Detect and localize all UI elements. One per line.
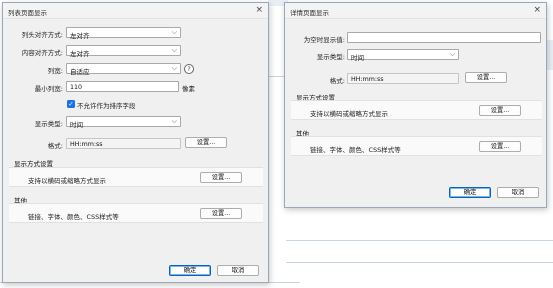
sortable-label: 不允许作为排序字段 — [77, 102, 136, 110]
format-value: HH:mm:ss — [70, 140, 103, 148]
display-type-label: 显示类型: — [316, 53, 345, 61]
min-width-label: 最小列宽: — [34, 85, 63, 93]
ok-button[interactable]: 确定 — [169, 265, 211, 276]
chevron-down-icon: ⌵ — [449, 50, 455, 58]
display-mode-desc: 支持以横码或缩略方式显示 — [310, 110, 388, 118]
format-label: 格式: — [329, 77, 345, 85]
display-type-value: 时间 — [351, 53, 364, 62]
empty-value-label: 为空时显示值: — [303, 36, 345, 44]
other-settings-button[interactable]: 设置... — [200, 208, 242, 219]
header-align-label: 列头对齐方式: — [21, 31, 63, 39]
other-section: 链接、字体、颜色、CSS样式等 设置... — [9, 203, 263, 223]
display-mode-section: 支持以横码或缩略方式显示 设置... — [9, 167, 263, 187]
format-label: 格式: — [47, 142, 63, 150]
other-settings-button[interactable]: 设置... — [479, 141, 521, 152]
dialog-title: 详情页面显示 — [290, 9, 329, 17]
detail-display-dialog: 详情页面显示 × 为空时显示值: 显示类型: 时间 ⌵ 格式: HH:mm:ss… — [284, 2, 547, 208]
display-mode-section: 支持以横码或缩略方式显示 设置... — [291, 100, 542, 120]
chevron-down-icon: ⌵ — [171, 28, 177, 36]
display-mode-desc: 支持以横码或缩略方式显示 — [28, 177, 106, 185]
other-section: 链接、字体、颜色、CSS样式等 设置... — [291, 136, 542, 156]
format-value: HH:mm:ss — [351, 75, 384, 83]
min-width-value: 110 — [70, 83, 83, 91]
display-type-select[interactable]: 时间 ⌵ — [347, 49, 459, 62]
close-icon[interactable]: × — [533, 5, 541, 16]
other-desc: 链接、字体、颜色、CSS样式等 — [310, 146, 401, 154]
help-icon[interactable]: ? — [184, 64, 194, 74]
display-type-value: 时间 — [70, 120, 83, 129]
cancel-button[interactable]: 取消 — [497, 187, 539, 198]
column-width-select[interactable]: 自适应 ⌵ — [66, 63, 181, 76]
close-icon[interactable]: × — [255, 5, 263, 16]
format-input[interactable]: HH:mm:ss — [66, 138, 181, 149]
format-settings-button[interactable]: 设置... — [185, 137, 227, 148]
display-type-select[interactable]: 时间 ⌵ — [66, 116, 181, 129]
background-line — [286, 262, 553, 263]
column-width-label: 列宽: — [47, 67, 63, 75]
background-strip-right — [546, 40, 553, 70]
other-desc: 链接、字体、颜色、CSS样式等 — [28, 213, 119, 221]
sortable-checkbox[interactable]: ✓ — [67, 100, 75, 108]
empty-value-input[interactable] — [347, 32, 541, 43]
chevron-down-icon: ⌵ — [171, 117, 177, 125]
header-align-value: 左对齐 — [70, 31, 90, 40]
content-align-select[interactable]: 左对齐 ⌵ — [66, 45, 181, 58]
min-width-unit: 像素 — [182, 85, 195, 93]
display-type-label: 显示类型: — [34, 120, 63, 128]
format-input[interactable]: HH:mm:ss — [347, 73, 459, 84]
header-align-select[interactable]: 左对齐 ⌵ — [66, 27, 181, 40]
format-settings-button[interactable]: 设置... — [465, 72, 507, 83]
dialog-title: 列表页面显示 — [8, 9, 47, 17]
display-mode-settings-button[interactable]: 设置... — [200, 172, 242, 183]
display-mode-settings-button[interactable]: 设置... — [479, 105, 521, 116]
chevron-down-icon: ⌵ — [171, 64, 177, 72]
background-line — [286, 240, 553, 241]
chevron-down-icon: ⌵ — [171, 46, 177, 54]
column-width-value: 自适应 — [70, 67, 90, 76]
content-align-value: 左对齐 — [70, 49, 90, 58]
cancel-button[interactable]: 取消 — [217, 265, 259, 276]
list-display-dialog: 列表页面显示 × 列头对齐方式: 左对齐 ⌵ 内容对齐方式: 左对齐 ⌵ 列宽:… — [2, 2, 269, 283]
titlebar: 详情页面显示 × — [285, 3, 546, 19]
ok-button[interactable]: 确定 — [449, 187, 491, 198]
titlebar: 列表页面显示 × — [3, 3, 268, 19]
content-align-label: 内容对齐方式: — [21, 49, 63, 57]
min-width-input[interactable]: 110 — [66, 81, 179, 92]
